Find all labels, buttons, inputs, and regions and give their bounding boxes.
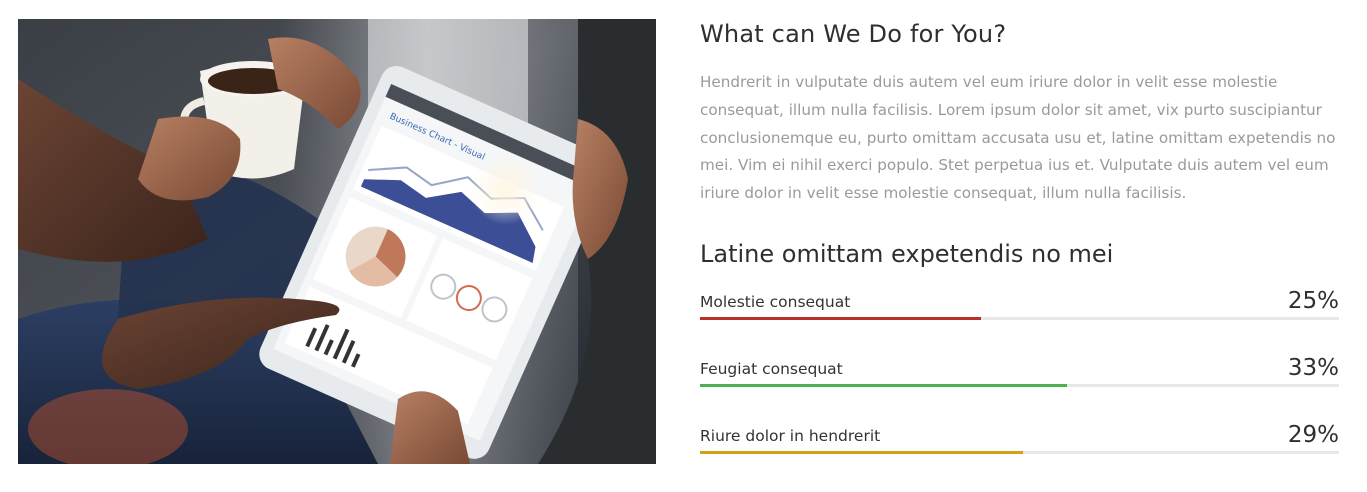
section-title: What can We Do for You? — [700, 20, 1007, 48]
skill-percent: 29% — [1287, 422, 1339, 448]
section-paragraph: Hendrerit in vulputate duis autem vel eu… — [700, 73, 1336, 203]
skill-molestie-consequat: Molestie consequat 25% — [700, 288, 1339, 333]
progress-track — [700, 384, 1339, 387]
progress-track — [700, 317, 1339, 320]
photo-illustration: Business Chart - Visual — [18, 19, 656, 464]
progress-fill — [700, 317, 982, 320]
skill-percent: 33% — [1287, 355, 1339, 381]
skills-title: Latine omittam expetendis no mei — [700, 240, 1114, 268]
skill-feugiat-consequat: Feugiat consequat 33% — [700, 355, 1339, 400]
skill-label: Riure dolor in hendrerit — [700, 427, 881, 445]
skill-label: Molestie consequat — [700, 293, 851, 311]
skill-percent: 25% — [1287, 288, 1339, 314]
skill-label: Feugiat consequat — [700, 360, 843, 378]
progress-fill — [700, 384, 1068, 387]
business-photo: Business Chart - Visual — [18, 19, 656, 464]
progress-fill — [700, 451, 1023, 454]
skill-riure-dolor-in-hendrerit: Riure dolor in hendrerit 29% — [700, 422, 1339, 467]
progress-track — [700, 451, 1339, 454]
